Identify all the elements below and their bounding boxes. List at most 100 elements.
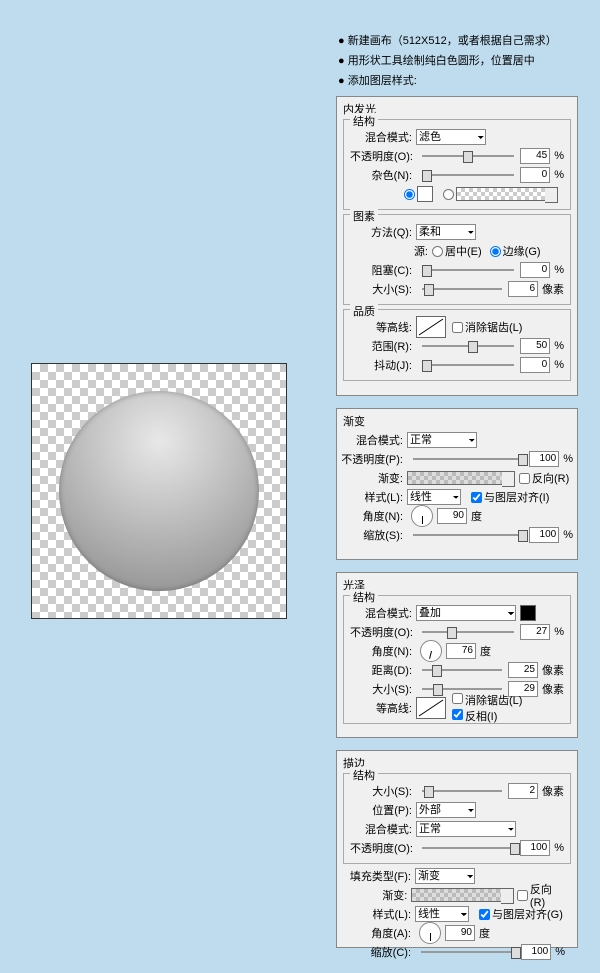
jitter-value[interactable]: 0 [520, 357, 550, 373]
opacity-slider[interactable] [413, 458, 523, 460]
bullet-3: ● 添加图层样式: [338, 72, 557, 88]
angle-label: 角度(N): [350, 643, 412, 659]
scale-label: 缩放(S): [341, 527, 403, 543]
align-checkbox[interactable] [471, 492, 482, 503]
size-slider[interactable] [422, 288, 502, 290]
contour-picker[interactable] [416, 697, 446, 719]
gradient-radio[interactable] [443, 189, 454, 200]
style-select[interactable]: 线性 [407, 489, 461, 505]
style-label: 样式(L): [341, 489, 403, 505]
source-edge-label: 边缘(G) [503, 243, 541, 259]
color-swatch[interactable] [520, 605, 536, 621]
opacity-slider[interactable] [422, 155, 514, 157]
px: 像素 [542, 783, 564, 799]
style-select[interactable]: 线性 [415, 906, 469, 922]
method-label: 方法(Q): [350, 224, 412, 240]
gradient-picker[interactable] [411, 888, 501, 902]
blend-mode-select[interactable]: 滤色 [416, 129, 486, 145]
angle-dial[interactable] [419, 922, 441, 944]
pct: % [554, 626, 564, 638]
size-value[interactable]: 6 [508, 281, 538, 297]
legend: 结构 [350, 767, 378, 783]
gradient-swatch[interactable] [456, 187, 546, 201]
angle-label: 角度(A): [349, 925, 411, 941]
color-radio[interactable] [404, 189, 415, 200]
range-value[interactable]: 50 [520, 338, 550, 354]
choke-value[interactable]: 0 [520, 262, 550, 278]
blend-label: 混合模式: [341, 432, 403, 448]
opacity-slider[interactable] [422, 631, 514, 633]
antialias-checkbox[interactable] [452, 322, 463, 333]
legend: 结构 [350, 113, 378, 129]
pct: % [554, 340, 564, 352]
opacity-value[interactable]: 27 [520, 624, 550, 640]
fieldset-structure: 结构 大小(S):2像素 位置(P):外部 混合模式:正常 不透明度(O):10… [343, 773, 571, 864]
sphere-shape [59, 391, 259, 591]
opacity-label: 不透明度(O): [350, 148, 412, 164]
noise-value[interactable]: 0 [520, 167, 550, 183]
panel-satin: 光泽 结构 混合模式:叠加 不透明度(O):27% 角度(N):76度 距离(D… [336, 572, 578, 738]
angle-value[interactable]: 90 [445, 925, 475, 941]
pct: % [563, 453, 573, 465]
align-checkbox[interactable] [479, 909, 490, 920]
pct: % [554, 359, 564, 371]
angle-value[interactable]: 76 [446, 643, 476, 659]
reverse-checkbox[interactable] [519, 473, 530, 484]
fieldset-structure: 结构 混合模式:叠加 不透明度(O):27% 角度(N):76度 距离(D):2… [343, 595, 571, 724]
panel-inner-glow: 内发光 结构 混合模式:滤色 不透明度(O):45% 杂色(N):0% 图素 方… [336, 96, 578, 396]
size-value[interactable]: 2 [508, 783, 538, 799]
opacity-label: 不透明度(P): [341, 451, 403, 467]
angle-dial[interactable] [411, 505, 433, 527]
size-label: 大小(S): [350, 281, 412, 297]
scale-value[interactable]: 100 [521, 944, 551, 960]
scale-value[interactable]: 100 [529, 527, 559, 543]
size-slider[interactable] [422, 790, 502, 792]
opacity-label: 不透明度(O): [350, 624, 412, 640]
color-swatch[interactable] [417, 186, 433, 202]
position-label: 位置(P): [350, 802, 412, 818]
jitter-slider[interactable] [422, 364, 514, 366]
source-center-radio[interactable] [432, 246, 443, 257]
distance-value[interactable]: 25 [508, 662, 538, 678]
blend-mode-select[interactable]: 正常 [416, 821, 516, 837]
method-select[interactable]: 柔和 [416, 224, 476, 240]
blend-mode-select[interactable]: 叠加 [416, 605, 516, 621]
pct: % [563, 529, 573, 541]
position-select[interactable]: 外部 [416, 802, 476, 818]
distance-slider[interactable] [422, 669, 502, 671]
blend-mode-select[interactable]: 正常 [407, 432, 477, 448]
noise-slider[interactable] [422, 174, 514, 176]
reverse-label: 反向(R) [532, 470, 569, 486]
legend: 图素 [350, 208, 378, 224]
scale-slider[interactable] [413, 534, 523, 536]
gradient-picker[interactable] [407, 471, 503, 485]
source-edge-radio[interactable] [490, 246, 501, 257]
pct: % [554, 842, 564, 854]
range-slider[interactable] [422, 345, 514, 347]
filltype-select[interactable]: 渐变 [415, 868, 475, 884]
antialias-label: 消除锯齿(L) [465, 319, 522, 335]
gradient-label: 渐变: [349, 887, 407, 903]
opacity-value[interactable]: 45 [520, 148, 550, 164]
angle-label: 角度(N): [341, 508, 403, 524]
contour-label: 等高线: [350, 319, 412, 335]
blend-label: 混合模式: [350, 821, 412, 837]
deg: 度 [480, 643, 491, 659]
reverse-checkbox[interactable] [517, 890, 528, 901]
invert-checkbox[interactable] [452, 709, 463, 720]
angle-value[interactable]: 90 [437, 508, 467, 524]
opacity-slider[interactable] [422, 847, 514, 849]
bullet-1: ● 新建画布（512X512，或者根据自己需求） [338, 32, 557, 48]
opacity-value[interactable]: 100 [520, 840, 550, 856]
antialias-checkbox[interactable] [452, 693, 463, 704]
opacity-value[interactable]: 100 [529, 451, 559, 467]
invert-label: 反相(I) [465, 711, 497, 723]
choke-slider[interactable] [422, 269, 514, 271]
scale-slider[interactable] [421, 951, 515, 953]
angle-dial[interactable] [420, 640, 442, 662]
blend-label: 混合模式: [350, 129, 412, 145]
gradient-label: 渐变: [341, 470, 403, 486]
legend: 品质 [350, 303, 378, 319]
size-slider[interactable] [422, 688, 502, 690]
contour-picker[interactable] [416, 316, 446, 338]
